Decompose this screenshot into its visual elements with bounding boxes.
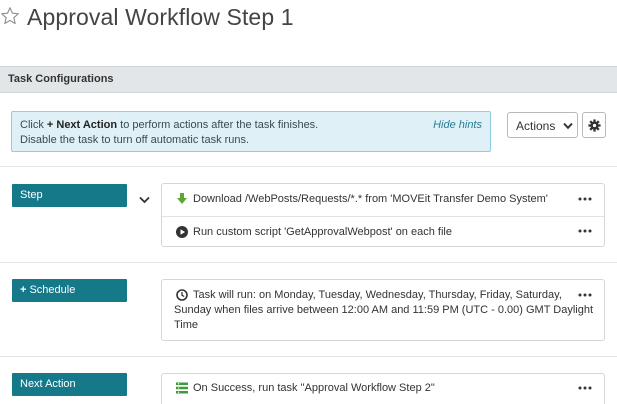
step-row-download[interactable]: Download /WebPosts/Requests/*.* from 'MO… [162, 184, 604, 215]
next-action-button[interactable]: Next Action [12, 373, 127, 396]
next-action-text: On Success, run task "Approval Workflow … [193, 382, 435, 394]
section-title: Task Configurations [8, 73, 114, 85]
actions-label: Actions [516, 119, 556, 133]
star-icon[interactable] [0, 6, 20, 26]
chevron-down-icon [563, 122, 573, 130]
schedule-row[interactable]: Task will run: on Monday, Tuesday, Wedne… [162, 280, 604, 340]
play-circle-icon [176, 226, 188, 238]
clock-icon [176, 289, 188, 301]
hint-next-action-text: + Next Action [46, 119, 118, 131]
settings-button[interactable] [582, 112, 606, 138]
actions-dropdown-button[interactable]: Actions [507, 112, 578, 138]
hint-box: Click + Next Action to perform actions a… [11, 111, 491, 152]
plus-icon: + [20, 284, 27, 296]
chevron-down-icon[interactable] [139, 196, 150, 204]
list-icon [176, 382, 188, 394]
more-options-icon[interactable] [578, 293, 592, 297]
next-action-row[interactable]: On Success, run task "Approval Workflow … [162, 374, 604, 404]
schedule-button[interactable]: + Schedule [12, 279, 127, 302]
schedule-text-line-2: Sunday when files arrive between 12:00 A… [174, 304, 594, 316]
more-options-icon[interactable] [578, 197, 592, 201]
step-button[interactable]: Step [12, 184, 127, 207]
hint-prefix: Click [20, 119, 47, 131]
schedule-text-line-1: Task will run: on Monday, Tuesday, Wedne… [193, 289, 562, 301]
download-arrow-icon [177, 193, 187, 204]
step-row-text: Run custom script 'GetApprovalWebpost' o… [193, 226, 452, 238]
page-title: Approval Workflow Step 1 [27, 4, 294, 30]
step-card: Download /WebPosts/Requests/*.* from 'MO… [161, 183, 605, 247]
schedule-button-label: Schedule [29, 284, 76, 296]
divider [0, 166, 617, 167]
schedule-card: Task will run: on Monday, Tuesday, Wedne… [161, 279, 605, 341]
hint-line-2: Disable the task to turn off automatic t… [20, 134, 250, 146]
more-options-icon[interactable] [578, 386, 592, 390]
step-button-label: Step [20, 189, 43, 201]
divider [0, 356, 617, 357]
schedule-text-line-3: Time [174, 319, 199, 331]
hide-hints-link[interactable]: Hide hints [433, 119, 482, 131]
step-row-text: Download /WebPosts/Requests/*.* from 'MO… [193, 193, 548, 205]
gear-icon [588, 119, 601, 132]
hint-line-1: Click + Next Action to perform actions a… [20, 119, 318, 131]
step-row-script[interactable]: Run custom script 'GetApprovalWebpost' o… [162, 216, 604, 246]
more-options-icon[interactable] [578, 229, 592, 233]
hint-suffix: to perform actions after the task finish… [117, 119, 319, 131]
next-action-button-label: Next Action [20, 378, 76, 390]
divider [0, 262, 617, 263]
next-action-card: On Success, run task "Approval Workflow … [161, 373, 605, 404]
title-bar: Approval Workflow Step 1 [0, 0, 617, 40]
section-header: Task Configurations [0, 66, 617, 93]
